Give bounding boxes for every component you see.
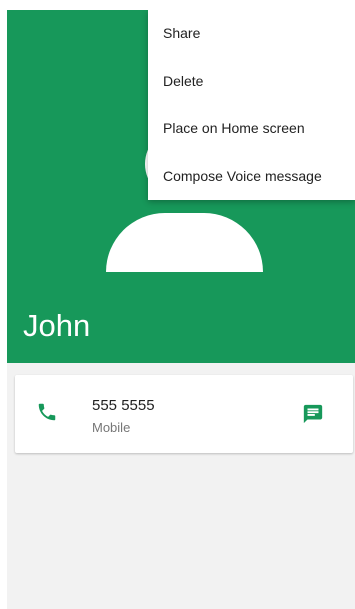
menu-item-compose-voice-message[interactable]: Compose Voice message [148,153,355,201]
menu-item-place-on-home-screen[interactable]: Place on Home screen [148,105,355,153]
avatar-body [106,213,263,272]
send-message-button[interactable] [300,401,326,427]
menu-item-delete[interactable]: Delete [148,58,355,106]
phone-icon[interactable] [36,401,58,423]
message-icon [303,404,323,424]
contact-screen: John 555 5555 Mobile Share Delete Place … [7,10,355,609]
phone-number: 555 5555 [92,397,155,414]
phone-type: Mobile [92,420,131,435]
contact-name: John [23,308,91,343]
phone-entry-card[interactable]: 555 5555 Mobile [15,375,353,453]
overflow-menu: Share Delete Place on Home screen Compos… [148,10,355,200]
menu-item-share[interactable]: Share [148,10,355,58]
